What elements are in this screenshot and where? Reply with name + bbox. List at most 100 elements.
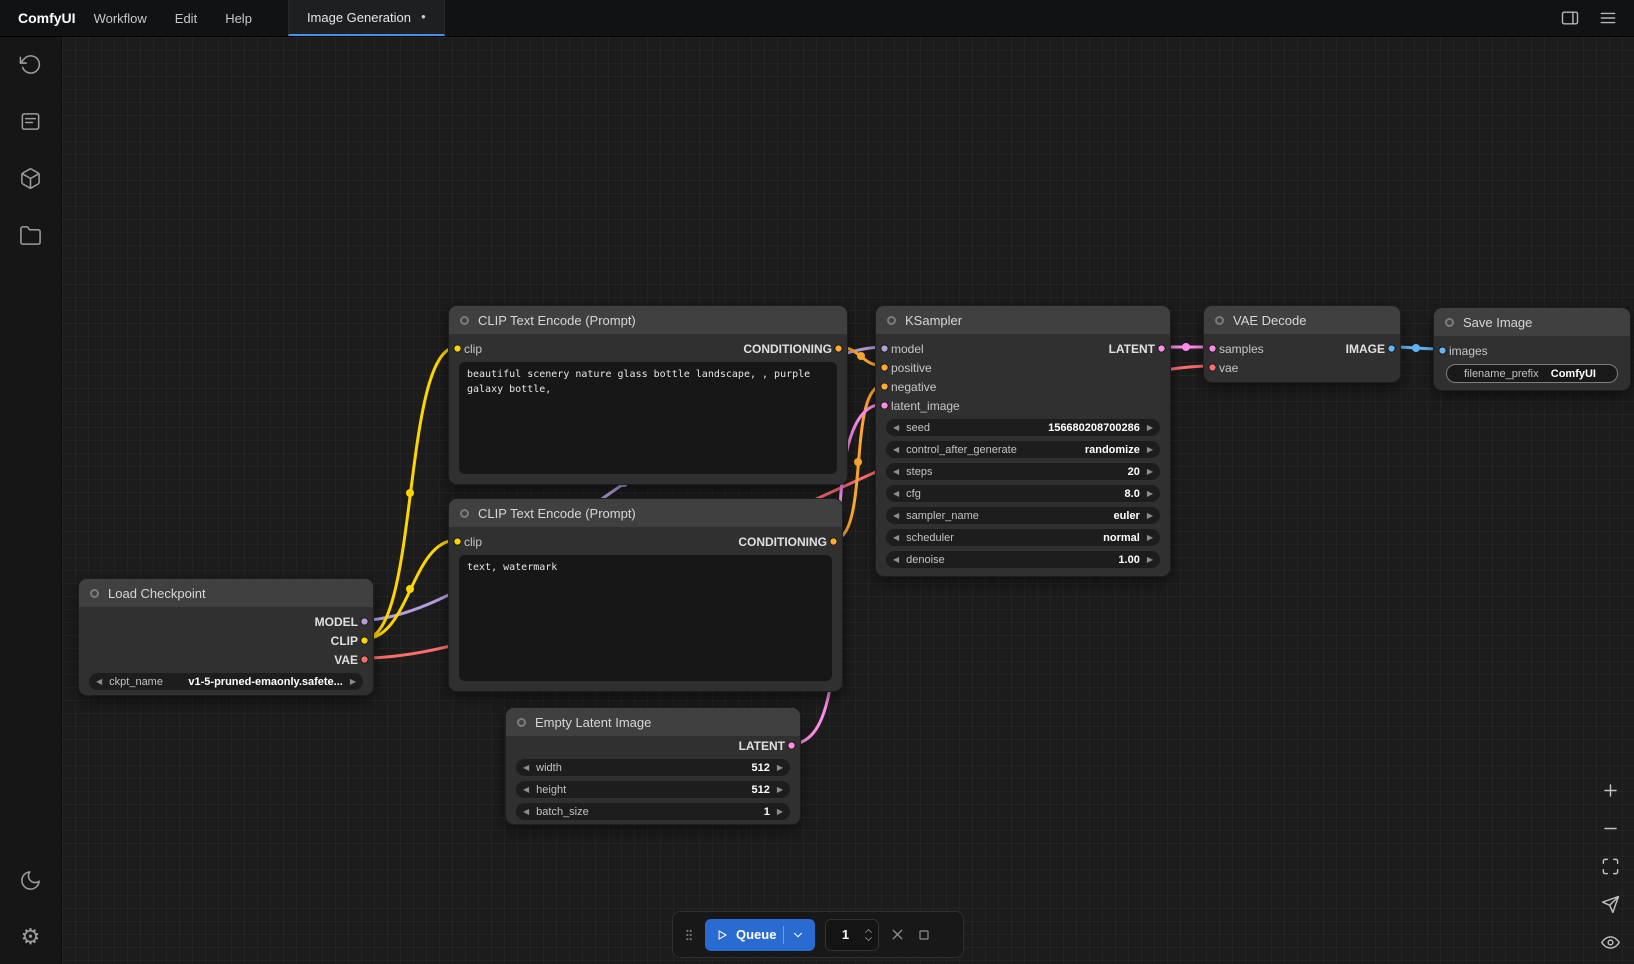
input-port-images[interactable]: [1438, 346, 1447, 355]
model-library-icon[interactable]: [19, 167, 42, 190]
increment-icon[interactable]: ▶: [777, 764, 783, 772]
input-port-clip[interactable]: [453, 344, 462, 353]
increment-icon[interactable]: ▶: [1147, 468, 1153, 476]
node-save-image[interactable]: Save Image images filename_prefix ComfyU…: [1433, 307, 1631, 391]
decrement-icon[interactable]: ◀: [523, 764, 529, 772]
history-icon[interactable]: [19, 53, 42, 76]
output-port-model[interactable]: [360, 617, 369, 626]
collapse-dot[interactable]: [517, 718, 526, 727]
widget-batch-size[interactable]: ◀ batch_size 1 ▶: [516, 803, 790, 820]
node-library-icon[interactable]: [19, 110, 42, 133]
output-port-vae[interactable]: [360, 655, 369, 664]
panel-toggle-icon[interactable]: [1560, 8, 1580, 28]
decrement-icon[interactable]: ◀: [893, 534, 899, 542]
hamburger-menu-icon[interactable]: [1598, 8, 1618, 28]
output-port-latent[interactable]: [787, 741, 796, 750]
drag-handle-icon[interactable]: [683, 925, 695, 945]
theme-moon-icon[interactable]: [19, 869, 42, 892]
decrement-icon[interactable]: ◀: [893, 556, 899, 564]
decrement-icon[interactable]: ◀: [893, 490, 899, 498]
decrement-icon[interactable]: ◀: [523, 808, 529, 816]
decrement-icon[interactable]: ◀: [893, 446, 899, 454]
widget-seed[interactable]: ◀ seed 156680208700286 ▶: [886, 419, 1160, 436]
decrement-icon[interactable]: ◀: [893, 468, 899, 476]
increment-icon[interactable]: ▶: [1147, 490, 1153, 498]
output-port-clip[interactable]: [360, 636, 369, 645]
batch-count-stepper[interactable]: 1: [825, 919, 879, 951]
collapse-dot[interactable]: [1445, 318, 1454, 327]
menu-workflow[interactable]: Workflow: [94, 11, 147, 26]
input-port-model[interactable]: [880, 344, 889, 353]
prompt-textarea[interactable]: text, watermark: [459, 555, 832, 681]
widget-height[interactable]: ◀ height 512 ▶: [516, 781, 790, 798]
input-port-positive[interactable]: [880, 363, 889, 372]
output-port-conditioning[interactable]: [829, 537, 838, 546]
node-empty-latent-image[interactable]: Empty Latent Image LATENT ◀ width 512 ▶ …: [505, 707, 801, 825]
node-load-checkpoint[interactable]: Load Checkpoint MODEL CLIP VAE ◀ ckpt_na…: [78, 578, 374, 696]
input-port-vae[interactable]: [1208, 363, 1217, 372]
increment-icon[interactable]: ▶: [1147, 556, 1153, 564]
widget-ckpt-name[interactable]: ◀ ckpt_name v1-5-pruned-emaonly.safete..…: [89, 673, 363, 690]
widget-control-after-generate[interactable]: ◀ control_after_generate randomize ▶: [886, 441, 1160, 458]
toggle-visibility-eye-icon[interactable]: [1601, 933, 1620, 952]
increment-icon[interactable]: ▶: [777, 808, 783, 816]
increment-icon[interactable]: ▶: [1147, 512, 1153, 520]
cancel-icon[interactable]: [889, 926, 906, 943]
output-port-image[interactable]: [1387, 344, 1396, 353]
node-header[interactable]: Save Image: [1434, 308, 1630, 336]
menu-edit[interactable]: Edit: [175, 11, 197, 26]
queue-button[interactable]: Queue: [705, 919, 815, 951]
batch-count-value[interactable]: 1: [826, 927, 864, 942]
node-header[interactable]: CLIP Text Encode (Prompt): [449, 306, 847, 334]
widget-cfg[interactable]: ◀ cfg 8.0 ▶: [886, 485, 1160, 502]
zoom-out-icon[interactable]: [1601, 819, 1620, 838]
chevron-down-icon[interactable]: [791, 928, 805, 942]
step-up-icon[interactable]: [864, 928, 873, 934]
node-canvas[interactable]: [62, 37, 1634, 964]
node-clip-text-encode-positive[interactable]: CLIP Text Encode (Prompt) clip CONDITION…: [448, 305, 848, 485]
zoom-in-icon[interactable]: [1601, 781, 1620, 800]
widget-scheduler[interactable]: ◀ scheduler normal ▶: [886, 529, 1160, 546]
pan-mode-icon[interactable]: [1601, 895, 1620, 914]
increment-icon[interactable]: ▶: [1147, 446, 1153, 454]
decrement-icon[interactable]: ◀: [893, 424, 899, 432]
prompt-textarea[interactable]: beautiful scenery nature glass bottle la…: [459, 362, 837, 474]
increment-icon[interactable]: ▶: [777, 786, 783, 794]
settings-gear-icon[interactable]: ⚙: [21, 926, 41, 948]
widget-steps[interactable]: ◀ steps 20 ▶: [886, 463, 1160, 480]
increment-icon[interactable]: ▶: [1147, 534, 1153, 542]
input-port-samples[interactable]: [1208, 344, 1217, 353]
workflows-folder-icon[interactable]: [19, 224, 42, 247]
input-port-negative[interactable]: [880, 382, 889, 391]
output-port-latent[interactable]: [1157, 344, 1166, 353]
node-header[interactable]: VAE Decode: [1204, 306, 1400, 334]
collapse-dot[interactable]: [460, 509, 469, 518]
fit-view-icon[interactable]: [1601, 857, 1620, 876]
increment-icon[interactable]: ▶: [1147, 424, 1153, 432]
widget-width[interactable]: ◀ width 512 ▶: [516, 759, 790, 776]
increment-icon[interactable]: ▶: [350, 678, 356, 686]
output-port-conditioning[interactable]: [834, 344, 843, 353]
widget-sampler-name[interactable]: ◀ sampler_name euler ▶: [886, 507, 1160, 524]
menu-help[interactable]: Help: [225, 11, 252, 26]
tab-image-generation[interactable]: Image Generation ●: [288, 0, 445, 36]
stop-icon[interactable]: [916, 927, 932, 943]
input-port-clip[interactable]: [453, 537, 462, 546]
node-header[interactable]: KSampler: [876, 306, 1170, 334]
widget-denoise[interactable]: ◀ denoise 1.00 ▶: [886, 551, 1160, 568]
input-port-latent-image[interactable]: [880, 401, 889, 410]
collapse-dot[interactable]: [90, 589, 99, 598]
app-logo[interactable]: ComfyUI: [0, 0, 94, 36]
collapse-dot[interactable]: [460, 316, 469, 325]
step-down-icon[interactable]: [864, 936, 873, 942]
decrement-icon[interactable]: ◀: [96, 678, 102, 686]
decrement-icon[interactable]: ◀: [523, 786, 529, 794]
node-header[interactable]: Empty Latent Image: [506, 708, 800, 736]
node-header[interactable]: Load Checkpoint: [79, 579, 373, 607]
node-vae-decode[interactable]: VAE Decode samples IMAGE vae: [1203, 305, 1401, 383]
decrement-icon[interactable]: ◀: [893, 512, 899, 520]
widget-filename-prefix[interactable]: filename_prefix ComfyUI: [1446, 364, 1618, 383]
collapse-dot[interactable]: [887, 316, 896, 325]
node-clip-text-encode-negative[interactable]: CLIP Text Encode (Prompt) clip CONDITION…: [448, 498, 843, 692]
node-header[interactable]: CLIP Text Encode (Prompt): [449, 499, 842, 527]
